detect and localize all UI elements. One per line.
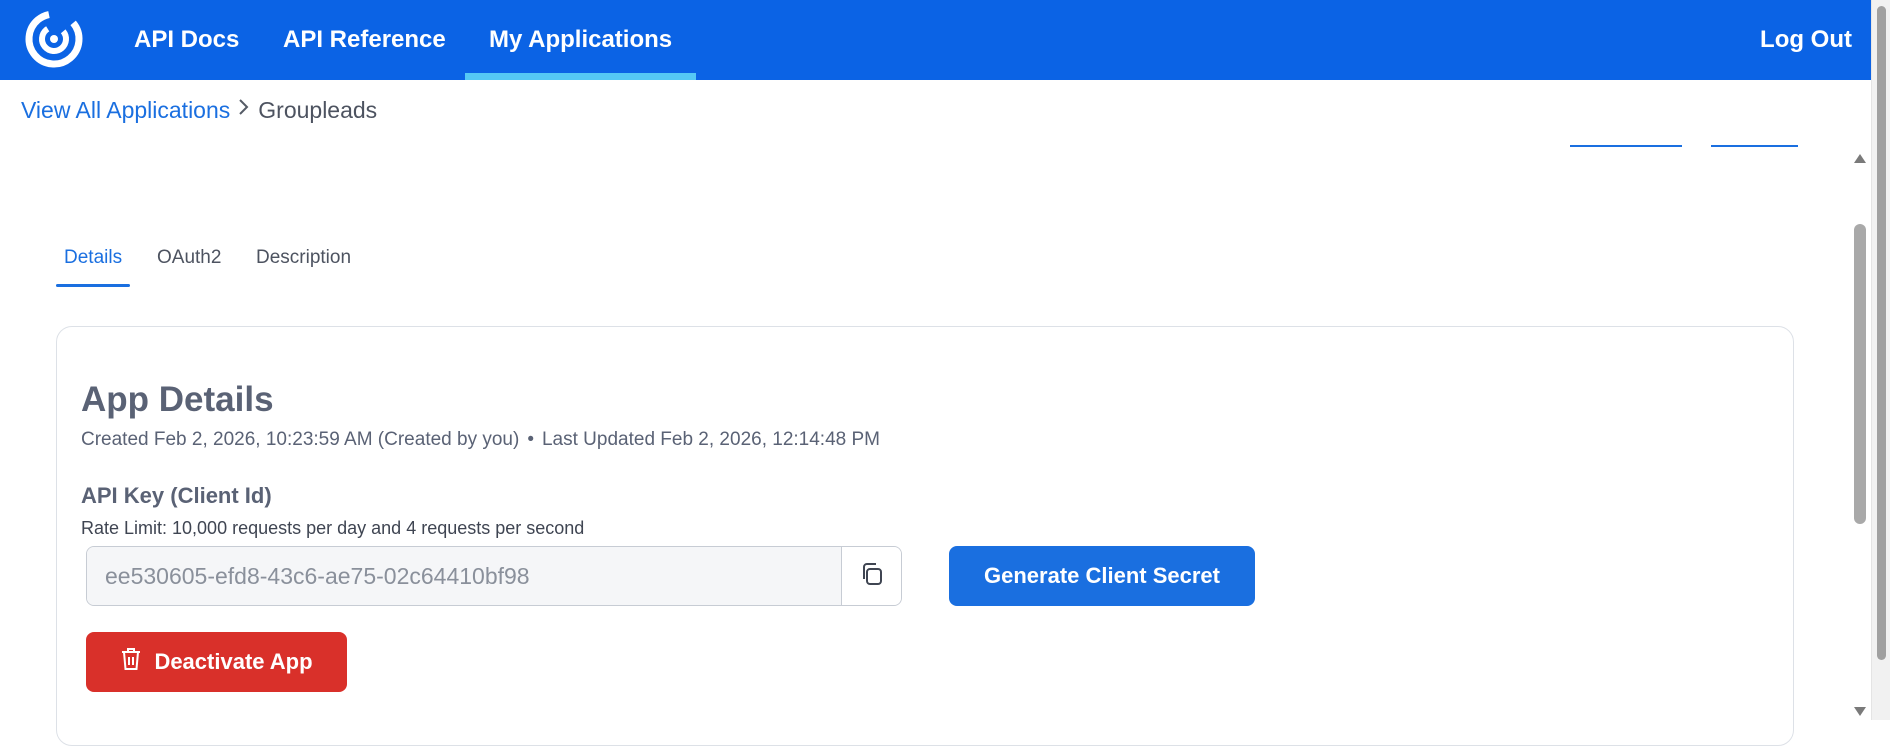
updated-info: Last Updated Feb 2, 2026, 12:14:48 PM [541, 429, 880, 450]
meta-separator: • [527, 429, 534, 450]
tab-oauth2[interactable]: OAuth2 [157, 243, 221, 287]
generate-client-secret-button[interactable]: Generate Client Secret [949, 546, 1255, 606]
api-key-group [86, 546, 902, 606]
top-nav-bar: API Docs API Reference My Applications L… [0, 0, 1871, 80]
card-title: App Details [81, 380, 274, 419]
created-info: Created Feb 2, 2026, 10:23:59 AM (Create… [81, 429, 520, 450]
nav-my-applications[interactable]: My Applications [464, 0, 697, 80]
copy-icon [859, 561, 885, 592]
scroll-up-arrow-icon[interactable] [1854, 154, 1866, 163]
content-scrollbar-thumb[interactable] [1854, 224, 1866, 524]
chevron-right-icon [238, 98, 250, 122]
trash-icon [120, 647, 142, 677]
nav-api-reference[interactable]: API Reference [283, 0, 446, 80]
tab-description[interactable]: Description [256, 243, 351, 287]
window-scrollbar[interactable] [1871, 0, 1890, 720]
tab-details[interactable]: Details [55, 243, 131, 287]
breadcrumb: View All Applications Groupleads [21, 95, 377, 125]
view-all-applications-link[interactable]: View All Applications [21, 97, 230, 124]
api-key-input[interactable] [87, 547, 841, 605]
window-scrollbar-thumb[interactable] [1877, 6, 1886, 660]
breadcrumb-current: Groupleads [258, 96, 378, 123]
underline-fragment [1570, 145, 1682, 147]
content-scrollbar[interactable] [1851, 150, 1869, 720]
logout-link[interactable]: Log Out [1760, 0, 1852, 80]
nav-api-docs[interactable]: API Docs [134, 0, 239, 80]
rate-limit-text: Rate Limit: 10,000 requests per day and … [81, 518, 585, 538]
deactivate-app-label: Deactivate App [154, 649, 313, 674]
logo-icon[interactable] [23, 6, 85, 72]
scroll-down-arrow-icon[interactable] [1854, 707, 1866, 716]
copy-button[interactable] [841, 547, 901, 605]
underline-fragment [1711, 145, 1798, 147]
api-key-label: API Key (Client Id) [81, 483, 272, 508]
deactivate-app-button[interactable]: Deactivate App [86, 632, 347, 692]
app-meta: Created Feb 2, 2026, 10:23:59 AM (Create… [81, 429, 880, 451]
app-details-card: App Details Created Feb 2, 2026, 10:23:5… [56, 326, 1794, 746]
